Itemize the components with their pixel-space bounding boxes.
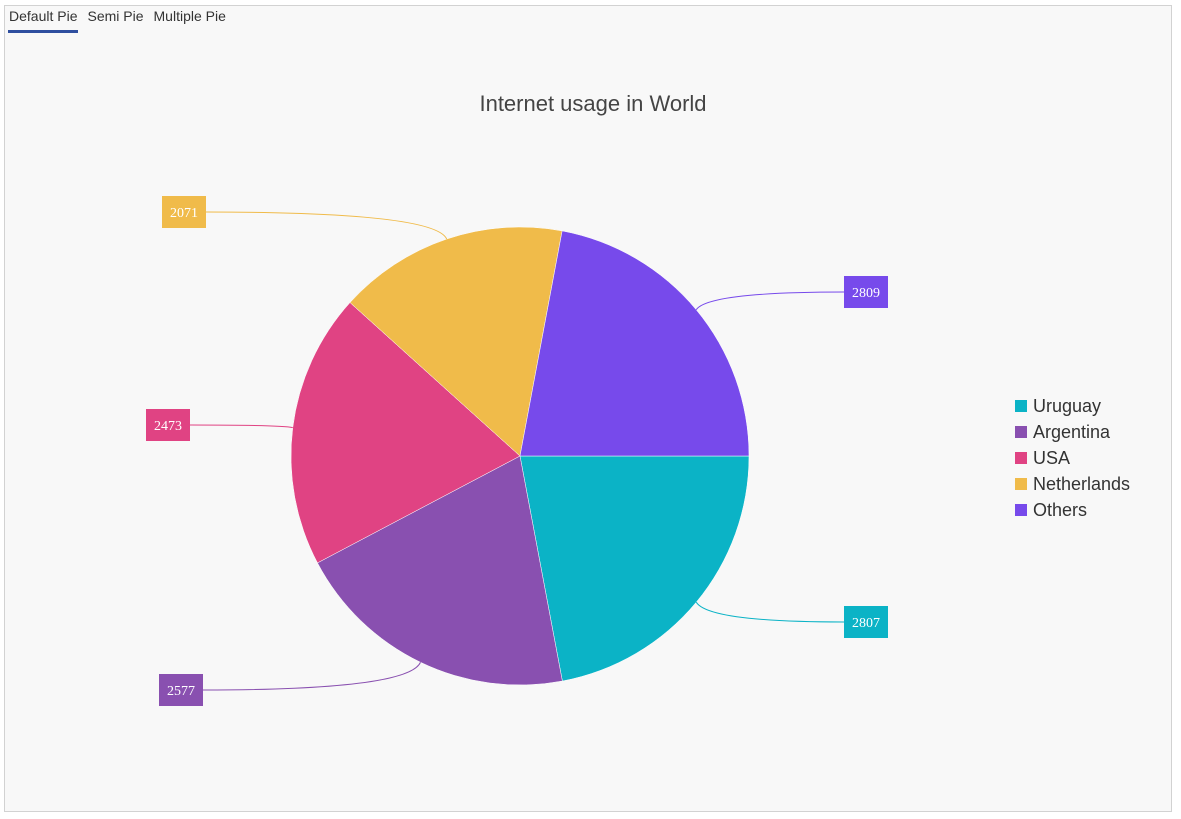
legend-label: Uruguay	[1033, 396, 1102, 416]
data-label: 2807	[852, 616, 880, 631]
legend-label: Argentina	[1033, 422, 1111, 442]
legend-label: Netherlands	[1033, 474, 1131, 494]
legend-item-others[interactable]: Others	[1015, 497, 1130, 523]
connector-line	[202, 662, 421, 691]
connector-line	[205, 211, 448, 240]
legend-item-netherlands[interactable]: Netherlands	[1015, 471, 1130, 497]
legend-swatch	[1015, 452, 1027, 464]
chart-title: Internet usage in World	[479, 91, 706, 116]
legend-item-usa[interactable]: USA	[1015, 445, 1130, 471]
legend-swatch	[1015, 478, 1027, 490]
data-label: 2809	[852, 286, 880, 301]
legend-swatch	[1015, 426, 1027, 438]
connector-line	[189, 424, 293, 429]
legend-swatch	[1015, 504, 1027, 516]
legend-label: Others	[1033, 500, 1088, 520]
legend-item-uruguay[interactable]: Uruguay	[1015, 393, 1130, 419]
pie-chart: Internet usage in World 2807 2577 2473 2071…	[146, 91, 888, 706]
legend-swatch	[1015, 400, 1027, 412]
legend-item-argentina[interactable]: Argentina	[1015, 419, 1130, 445]
legend-label: USA	[1033, 448, 1071, 468]
data-label: 2071	[170, 206, 198, 221]
connector-line	[695, 601, 845, 623]
data-label: 2577	[167, 684, 195, 699]
chart-legend: Uruguay Argentina USA Netherlands Others	[1015, 393, 1130, 523]
connector-line	[695, 291, 845, 311]
data-label: 2473	[154, 419, 182, 434]
